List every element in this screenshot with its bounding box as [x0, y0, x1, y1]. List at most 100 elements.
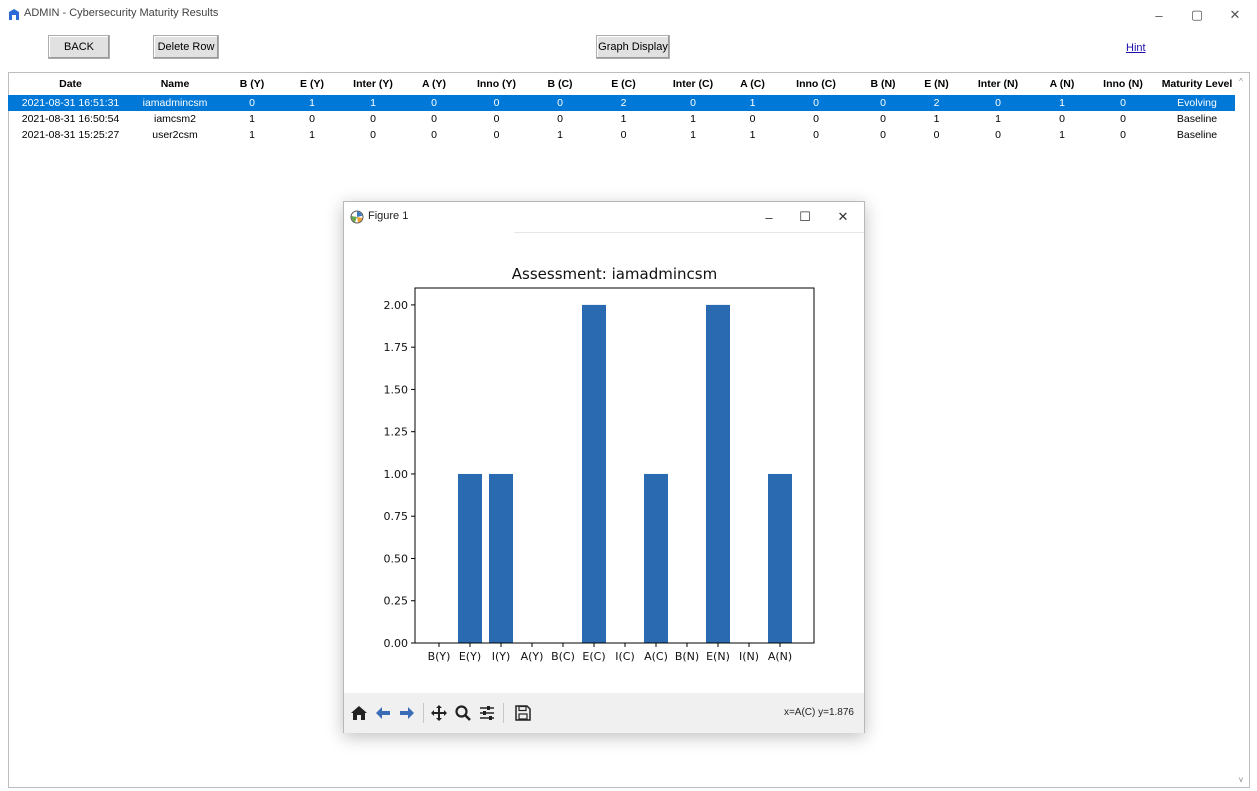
table-cell: 0 [933, 129, 940, 141]
zoom-icon[interactable] [452, 702, 474, 724]
table-row[interactable]: 2021-08-31 16:51:31 iamadmincsm 0 1 1 0 0 0 2 0 1 0… [8, 95, 1235, 111]
save-icon[interactable] [512, 702, 534, 724]
table-cell: 0 [370, 113, 376, 125]
y-tick-label: 2.00 [384, 299, 409, 312]
table-cell: 1 [933, 113, 940, 125]
table-cell: 0 [431, 97, 437, 109]
figure-window[interactable]: Figure 1 – ☐ ✕ Assessment: iamadmincsm 0.… [343, 201, 865, 733]
hint-link[interactable]: Hint [1126, 42, 1146, 54]
configure-subplots-icon[interactable] [476, 702, 498, 724]
table-cell: 0 [557, 97, 563, 109]
column-header[interactable]: Inter (N) [959, 78, 1037, 90]
column-header[interactable]: Inter (C) [661, 78, 725, 90]
table-cell: 0 [880, 129, 886, 141]
column-header[interactable]: A (Y) [409, 78, 459, 90]
table-cell: 1 [1059, 97, 1065, 109]
close-button[interactable]: ✕ [1218, 4, 1252, 26]
back-arrow-icon[interactable] [372, 702, 394, 724]
table-cell: 1 [309, 97, 315, 109]
y-tick-label: 1.50 [384, 383, 409, 396]
column-header[interactable]: Date [8, 78, 133, 90]
column-header[interactable]: B (N) [852, 78, 914, 90]
column-header[interactable]: Maturity Level [1159, 78, 1235, 90]
column-header[interactable]: A (N) [1037, 78, 1087, 90]
table-cell: user2csm [152, 129, 198, 141]
table-cell: Evolving [1177, 97, 1217, 109]
column-header[interactable]: Name [133, 78, 217, 90]
bar-ey [458, 473, 482, 643]
table-header: Date Name B (Y) E (Y) Inter (Y) A (Y) Inno (Y)… [8, 76, 1235, 92]
column-header[interactable]: E (C) [586, 78, 661, 90]
table-cell: 1 [995, 113, 1001, 125]
delete-row-button[interactable]: Delete Row [153, 35, 219, 59]
column-header[interactable]: Inno (Y) [459, 78, 534, 90]
y-tick-label: 0.50 [384, 552, 409, 565]
scroll-down-arrow[interactable]: v [1234, 772, 1248, 786]
table-cell: 2 [933, 97, 940, 109]
y-tick-label: 1.25 [384, 426, 409, 439]
column-header[interactable]: B (C) [534, 78, 586, 90]
table-cell: 1 [249, 129, 255, 141]
table-cell: 0 [370, 129, 376, 141]
table-cell: 0 [690, 97, 696, 109]
coordinate-readout: x=A(C) y=1.876 [783, 707, 854, 718]
table-cell: 0 [995, 129, 1001, 141]
y-tick-label: 0.25 [384, 595, 409, 608]
table-cell: 0 [813, 113, 819, 125]
table-cell: 0 [557, 113, 563, 125]
column-header[interactable]: Inter (Y) [337, 78, 409, 90]
table-cell: 0 [995, 97, 1001, 109]
table-cell: 0 [493, 97, 500, 109]
x-tick-label: E(C) [582, 650, 605, 663]
maximize-button[interactable]: ▢ [1180, 4, 1214, 26]
table-cell: 0 [620, 129, 627, 141]
bar-ac [644, 473, 668, 643]
table-cell: 1 [749, 129, 756, 141]
table-cell: 0 [813, 97, 819, 109]
column-header[interactable]: Inno (N) [1087, 78, 1159, 90]
table-cell: 2021-08-31 16:51:31 [21, 97, 120, 109]
bar-chart[interactable]: Assessment: iamadmincsm 0.00 0.25 0.50 0.75 1… [344, 202, 864, 693]
home-icon[interactable] [348, 702, 370, 724]
column-header[interactable]: Inno (C) [780, 78, 852, 90]
table-cell: 1 [1059, 129, 1065, 141]
table-cell: 0 [249, 97, 255, 109]
table-row[interactable]: 2021-08-31 16:50:54 iamcsm2 1 0 0 0 0 0 1 1 0 0 0 1 1 0… [8, 111, 1235, 127]
table-cell: 1 [309, 129, 315, 141]
table-cell: 1 [690, 129, 696, 141]
table-cell: 0 [813, 129, 819, 141]
table-row[interactable]: 2021-08-31 15:25:27 user2csm 1 1 0 0 0 1 0 1 1 0 0 0 0… [8, 127, 1235, 143]
table-cell: 1 [620, 113, 627, 125]
pan-icon[interactable] [428, 702, 450, 724]
toolbar-separator [503, 703, 504, 723]
table-cell: 0 [493, 113, 500, 125]
table-cell: 0 [431, 129, 437, 141]
table-cell: 0 [880, 113, 886, 125]
table-cell: 0 [1120, 97, 1126, 109]
table-cell: Baseline [1176, 129, 1218, 141]
bar-ec [582, 304, 606, 643]
table-cell: 0 [1120, 129, 1126, 141]
table-cell: 0 [1059, 113, 1065, 125]
minimize-button[interactable]: – [1142, 4, 1176, 26]
column-header[interactable]: E (Y) [287, 78, 337, 90]
bar-iy [489, 473, 513, 643]
window-title: ADMIN - Cybersecurity Maturity Results [24, 7, 219, 19]
table-cell: 0 [749, 113, 756, 125]
table-cell: Baseline [1176, 113, 1218, 125]
table-cell: 0 [1120, 113, 1126, 125]
column-header[interactable]: E (N) [914, 78, 959, 90]
y-tick-label: 1.75 [384, 341, 409, 354]
column-header[interactable]: B (Y) [217, 78, 287, 90]
back-button[interactable]: BACK [48, 35, 110, 59]
scroll-up-arrow[interactable]: ^ [1234, 74, 1248, 88]
graph-display-button[interactable]: Graph Display [596, 35, 670, 59]
table-cell: iamcsm2 [153, 113, 196, 125]
toolbar-separator [423, 703, 424, 723]
table-cell: 2 [620, 97, 627, 109]
column-header[interactable]: A (C) [725, 78, 780, 90]
y-tick-label: 0.00 [384, 637, 409, 650]
forward-arrow-icon[interactable] [396, 702, 418, 724]
x-tick-label: A(C) [644, 650, 668, 663]
bar-en [706, 304, 730, 643]
